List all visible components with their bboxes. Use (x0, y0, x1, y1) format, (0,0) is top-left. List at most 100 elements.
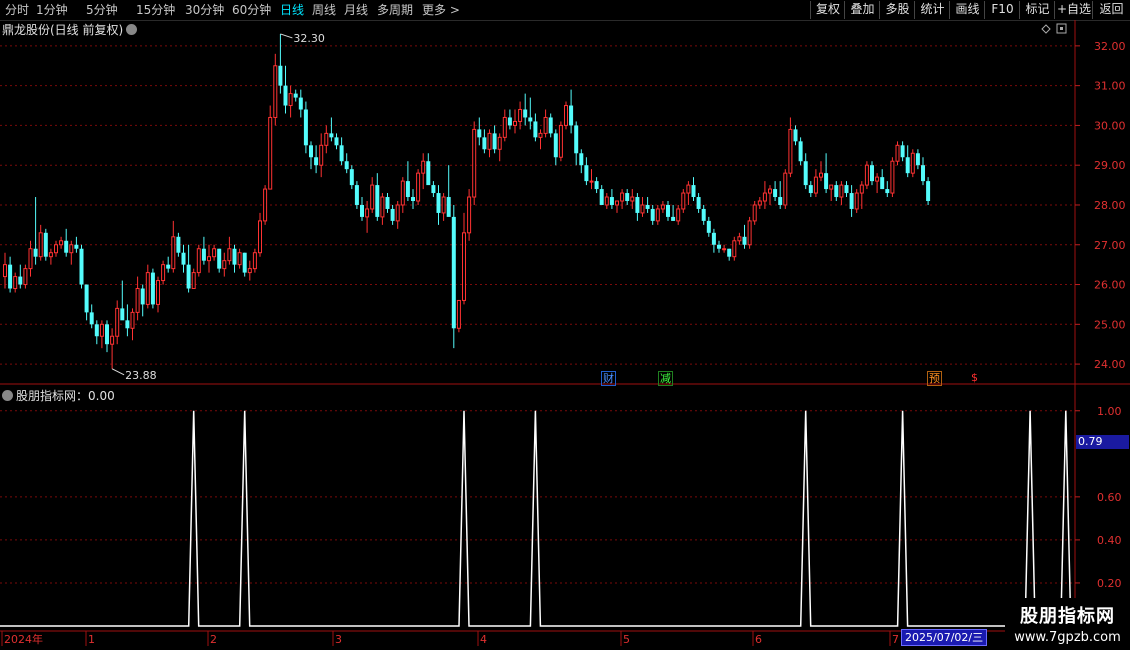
low-marker-label: 23.88 (125, 369, 157, 382)
x-tick-label: 5 (623, 633, 630, 646)
candle-body (660, 204, 665, 210)
x-tick-label: 4 (480, 633, 487, 646)
candle-body (691, 185, 696, 198)
candle-body (813, 176, 818, 194)
candle-body (706, 220, 711, 233)
y-tick-label: 25.00 (1094, 318, 1126, 331)
candle-body (834, 185, 839, 198)
candle-body (252, 252, 257, 270)
candle-body (905, 157, 910, 174)
candle-body (405, 181, 410, 198)
candle-body (711, 232, 716, 245)
candle-body (589, 180, 594, 183)
candle-body (247, 268, 252, 274)
candle-body (492, 133, 497, 150)
candle-body (339, 145, 344, 162)
candle-body (314, 157, 319, 166)
candle-body (640, 204, 645, 214)
event-marker-jian[interactable]: 减 (658, 371, 673, 386)
candle-body (23, 268, 28, 286)
candle-body (569, 105, 574, 126)
event-marker-dollar[interactable]: $ (970, 371, 979, 384)
candle-body (875, 176, 880, 182)
candle-body (176, 236, 181, 253)
candle-body (915, 153, 920, 166)
candle-body (854, 192, 859, 210)
candle-body (309, 145, 313, 158)
candle-body (212, 248, 217, 258)
candle-body (666, 204, 670, 217)
candle-body (171, 236, 176, 270)
event-marker-yu[interactable]: 预 (927, 371, 942, 386)
indicator-name: 股朋指标网：0.00 (16, 389, 115, 403)
candle-body (819, 172, 823, 178)
candle-body (115, 307, 120, 337)
candle-body (3, 264, 7, 278)
candle-body (497, 136, 502, 150)
candle-body (237, 252, 242, 266)
candle-body (880, 177, 885, 190)
candle-body (18, 276, 23, 285)
candle-body (645, 204, 650, 209)
candle-body (303, 109, 308, 146)
candle-body (140, 288, 145, 305)
candle-body (186, 264, 191, 289)
candle-body (28, 248, 33, 270)
candle-body (298, 97, 303, 110)
candle-body (69, 244, 74, 254)
low-marker-line (111, 368, 125, 376)
candle-body (385, 197, 390, 209)
candle-body (783, 172, 788, 206)
candle-body (54, 244, 58, 254)
dropdown-circle-icon[interactable] (126, 24, 138, 35)
candle-body (548, 117, 553, 134)
candle-body (921, 165, 925, 182)
candle-body (156, 280, 160, 305)
dropdown-circle-icon[interactable] (2, 390, 13, 401)
candle-body (293, 93, 298, 98)
candle-body (543, 116, 548, 134)
x-tick-label: 7 (892, 633, 899, 646)
candle-body (635, 197, 640, 213)
candle-body (166, 264, 171, 269)
candle-body (334, 137, 339, 146)
candle-body (79, 248, 84, 285)
candle-body (482, 137, 487, 150)
y-tick-label: 28.00 (1094, 199, 1126, 212)
candle-body (757, 200, 762, 206)
candle-body (105, 324, 109, 345)
candle-body (518, 109, 523, 122)
candle-body (467, 196, 472, 234)
candle-body (400, 180, 405, 206)
candle-body (870, 165, 874, 182)
candle-body (579, 153, 584, 166)
candle-body (217, 248, 222, 269)
cursor-date: 2025/07/02/三 (901, 629, 988, 646)
candle-body (722, 248, 727, 251)
candle-body (594, 181, 599, 190)
candle-body (752, 204, 757, 222)
candle-body (803, 161, 808, 186)
y-tick-label: 24.00 (1094, 358, 1126, 371)
candle-body (676, 208, 681, 222)
candle-body (737, 236, 742, 242)
candle-body (630, 196, 635, 202)
candle-body (13, 276, 18, 290)
candle-body (477, 129, 482, 138)
event-marker-cai[interactable]: 财 (601, 371, 616, 386)
candle-body (523, 109, 528, 118)
candle-body (436, 193, 441, 213)
watermark: 股朋指标网 www.7gpzb.com (1005, 598, 1130, 648)
candle-body (431, 185, 436, 194)
candle-body (278, 65, 283, 86)
price-axis: 32.0031.0030.0029.0028.0027.0026.0025.00… (1, 23, 1126, 646)
candle-body (120, 308, 125, 321)
chart-canvas[interactable]: 32.3023.88 32.0031.0030.0029.0028.0027.0… (0, 0, 1130, 650)
indicator-tick-label: 0.20 (1097, 577, 1122, 590)
candle-body (538, 132, 543, 138)
candle-body (451, 216, 456, 329)
candle-body (625, 193, 630, 201)
candle-body (696, 197, 701, 209)
indicator-series (0, 410, 1075, 627)
candle-body (910, 152, 915, 174)
